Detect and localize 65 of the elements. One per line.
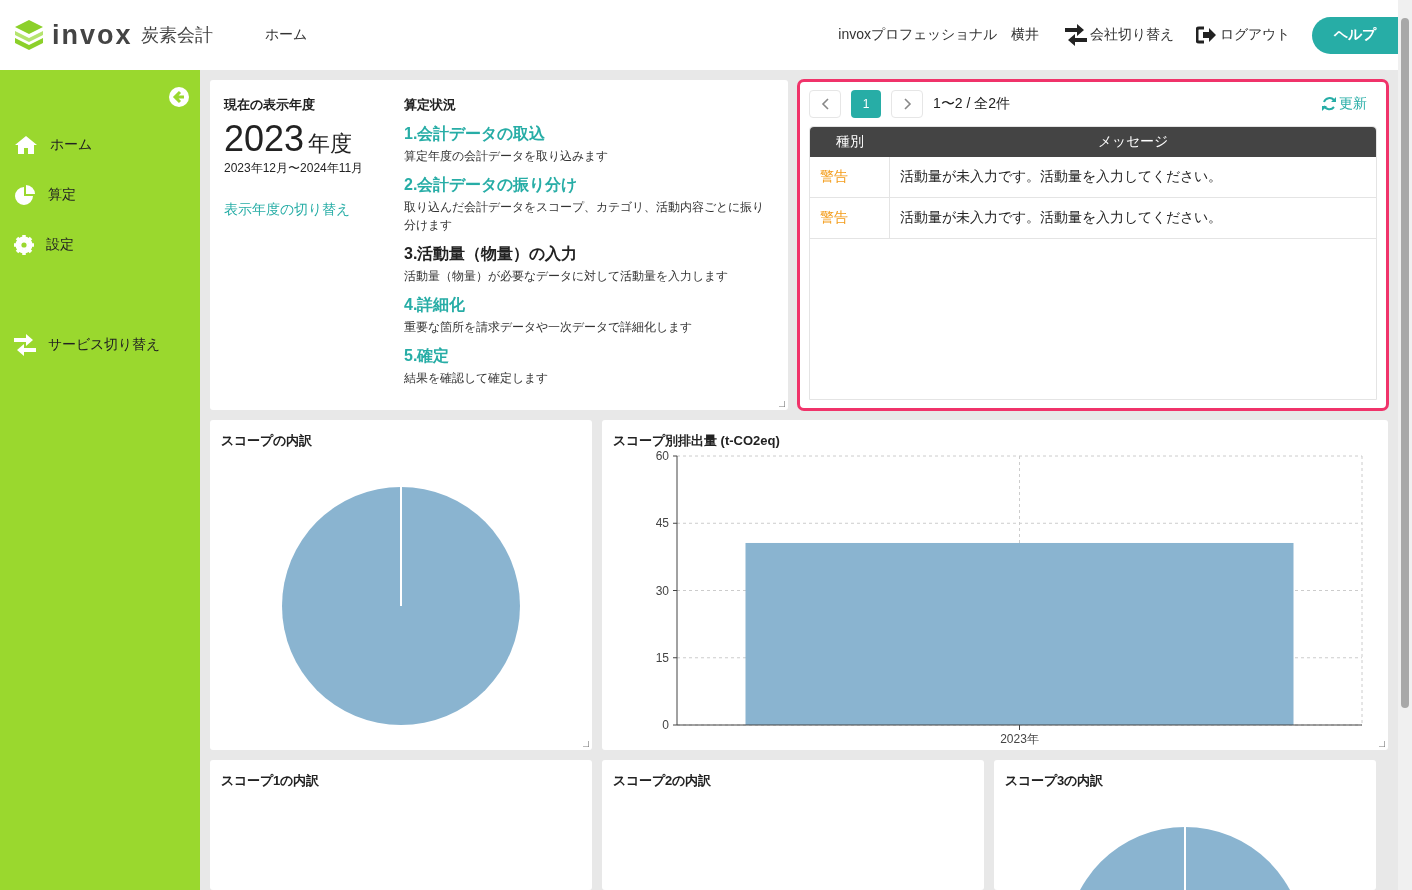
axis-tick-label: 45 [655,516,669,531]
resize-handle-icon[interactable] [779,401,785,407]
resize-handle-icon[interactable] [1379,741,1385,747]
table-cell-text: 活動量が未入力です。活動量を入力してください。 [899,209,1223,227]
table-cell-text: 活動量が未入力です。活動量を入力してください。 [899,168,1223,186]
step-description: 取り込んだ会計データをスコープ、カテゴリ、活動内容ごとに振り分けます [404,199,765,234]
logout-icon [1196,26,1217,44]
table-cell: 警告 [810,157,890,197]
chart-title: スコープ1の内訳 [221,772,320,790]
axis-tick-label: 60 [655,449,669,463]
logout-link[interactable]: ログアウト [1196,26,1290,44]
card-heading: 算定状況 [404,96,457,114]
logo-subtitle: 炭素会計 [140,24,213,47]
chart-title: スコープの内訳 [221,432,312,450]
card-heading: 現在の表示年度 [224,96,316,114]
year-unit: 年度 [308,131,353,156]
step-description: 結果を確認して確定します [404,370,549,387]
home-icon [14,134,38,156]
scrollbar[interactable] [1398,0,1412,890]
result-count: 1〜2 / 全2件 [933,95,1011,113]
step-link[interactable]: 4.詳細化 [404,295,774,316]
sidebar-item[interactable]: ホーム [0,120,200,170]
logo-text: invox [52,19,133,51]
step-title: 3.活動量（物量）の入力 [404,244,579,264]
axis-tick-label: 0 [662,718,669,732]
sidebar-item[interactable]: 算定 [0,170,200,220]
nav-link[interactable]: ホーム [264,26,307,44]
page-button[interactable]: 1 [851,90,881,118]
year-switch-link[interactable]: 表示年度の切り替え [224,201,350,219]
chart-title: スコープ2の内訳 [613,772,712,790]
company-name: invoxプロフェッショナル [838,26,997,44]
chevron-left-icon [820,98,830,110]
axis-tick-label: 15 [655,650,669,665]
column-header: 種別 [835,133,865,151]
step-link[interactable]: 2.会計データの振り分け [404,175,774,196]
step-description: 活動量（物量）が必要なデータに対して活動量を入力します [404,268,729,285]
company-switch-link[interactable]: 会社切り替え [1065,24,1174,46]
logo-icon [14,19,44,51]
chevron-right-icon [902,98,912,110]
sidebar-item[interactable]: 設定 [0,220,200,270]
year-value: 2023 年度 [224,118,354,160]
table-cell: 警告 [810,198,890,238]
period-text: 2023年12月〜2024年11月 [224,160,365,177]
help-button[interactable]: ヘルプ [1312,16,1398,54]
column-header: メッセージ [1097,133,1169,151]
sidebar-item[interactable]: サービス切り替え [0,320,200,370]
refresh-icon [1322,96,1336,112]
next-page-button[interactable] [891,90,923,118]
arrows-icon [14,334,36,356]
arrows-icon [1065,24,1087,46]
chart-title: スコープ3の内訳 [1005,772,1104,790]
step-description: 算定年度の会計データを取り込みます [404,148,609,165]
collapse-icon[interactable] [169,87,189,107]
pie-chart-icon [14,184,36,206]
step-link[interactable]: 5.確定 [404,346,774,367]
previous-page-button[interactable] [809,90,841,118]
step-link[interactable]: 1.会計データの取込 [404,124,774,145]
resize-handle-icon[interactable] [583,741,589,747]
user-name: 横井 [1011,26,1039,44]
axis-tick-label: 2023年 [1000,732,1039,746]
axis-tick-label: 30 [655,583,669,598]
step-description: 重要な箇所を請求データや一次データで詳細化します [404,319,693,336]
chart-title: スコープ別排出量 (t-CO2eq) [613,432,780,450]
refresh-link[interactable]: 更新 [1322,95,1367,113]
gear-icon [14,235,34,255]
